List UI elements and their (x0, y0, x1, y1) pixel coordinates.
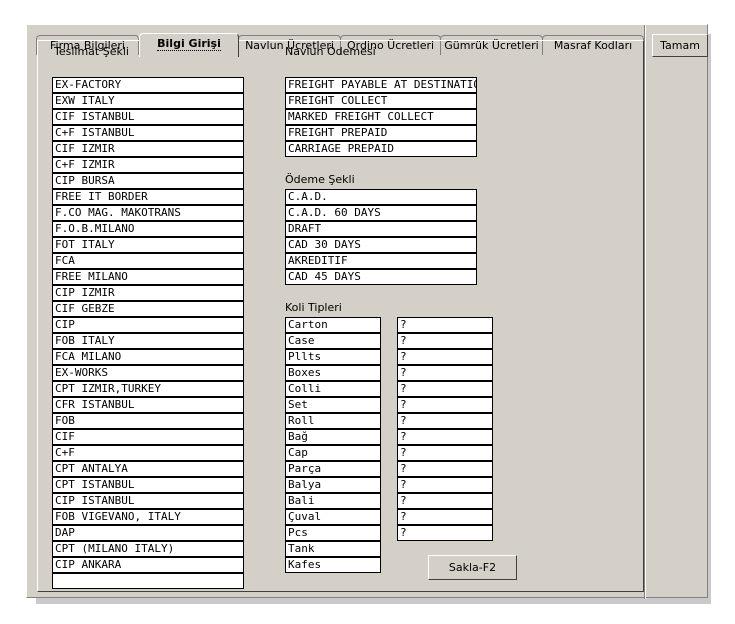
koli-code-row[interactable]: ? (397, 461, 493, 477)
koli-name-row[interactable]: Carton (285, 317, 381, 333)
navlun-odemesi-row[interactable]: FREIGHT PREPAID (285, 125, 477, 141)
koli-name-row[interactable]: Bali (285, 493, 381, 509)
koli-code-row[interactable]: ? (397, 493, 493, 509)
koli-tipleri-label: Koli Tipleri (285, 301, 342, 314)
teslimat-row[interactable]: F.CO MAG. MAKOTRANS (52, 205, 244, 221)
teslimat-row[interactable]: FREE MILANO (52, 269, 244, 285)
teslimat-row[interactable]: FOB VIGEVANO, ITALY (52, 509, 244, 525)
teslimat-row[interactable]: CIF GEBZE (52, 301, 244, 317)
tab-2[interactable]: Bilgi Girişi (139, 33, 239, 57)
teslimat-row[interactable]: CPT IZMIR,TURKEY (52, 381, 244, 397)
teslimat-row[interactable]: CIP (52, 317, 244, 333)
teslimat-row[interactable]: CIP IZMIR (52, 285, 244, 301)
odeme-sekli-row[interactable]: AKREDITIF (285, 253, 477, 269)
teslimat-row[interactable]: CIP ISTANBUL (52, 493, 244, 509)
teslimat-row[interactable]: FCA (52, 253, 244, 269)
koli-name-row[interactable]: Çuval (285, 509, 381, 525)
tab-label: Bilgi Girişi (157, 37, 221, 51)
koli-name-row[interactable]: Tank (285, 541, 381, 557)
koli-code-row[interactable]: ? (397, 477, 493, 493)
odeme-sekli-row[interactable]: CAD 30 DAYS (285, 237, 477, 253)
dialog-window: Firma Bilgileri Bilgi Girişi Navlun Ücretl… (26, 24, 708, 599)
odeme-sekli-row[interactable]: CAD 45 DAYS (285, 269, 477, 285)
koli-code-row[interactable]: ? (397, 333, 493, 349)
teslimat-row[interactable]: CIP ANKARA (52, 557, 244, 573)
teslimat-row[interactable]: FCA MILANO (52, 349, 244, 365)
teslimat-row[interactable]: CIF IZMIR (52, 141, 244, 157)
teslimat-row[interactable]: FOT ITALY (52, 237, 244, 253)
navlun-odemesi-row[interactable]: CARRIAGE PREPAID (285, 141, 477, 157)
teslimat-row[interactable]: CPT ANTALYA (52, 461, 244, 477)
koli-name-row[interactable]: Colli (285, 381, 381, 397)
teslimat-row[interactable]: CIF ISTANBUL (52, 109, 244, 125)
koli-code-row[interactable]: ? (397, 397, 493, 413)
navlun-odemesi-row[interactable]: MARKED FREIGHT COLLECT (285, 109, 477, 125)
teslimat-row[interactable]: EX-WORKS (52, 365, 244, 381)
koli-code-row[interactable]: ? (397, 525, 493, 541)
teslimat-row[interactable]: CPT ISTANBUL (52, 477, 244, 493)
koli-name-row[interactable]: Case (285, 333, 381, 349)
navlun-odemesi-row[interactable]: FREIGHT PAYABLE AT DESTINATION (285, 77, 477, 93)
teslimat-row[interactable]: CIF (52, 429, 244, 445)
koli-name-row[interactable]: Balya (285, 477, 381, 493)
teslimat-row[interactable]: DAP (52, 525, 244, 541)
koli-code-row[interactable]: ? (397, 381, 493, 397)
navlun-odemesi-row[interactable]: FREIGHT COLLECT (285, 93, 477, 109)
koli-name-row[interactable]: Pllts (285, 349, 381, 365)
koli-code-row[interactable]: ? (397, 509, 493, 525)
ok-button[interactable]: Tamam (652, 34, 708, 57)
tab-panel: Teslimat Şekli EX-FACTORY EXW ITALY CIF IS… (37, 40, 644, 592)
koli-name-row[interactable]: Roll (285, 413, 381, 429)
teslimat-row[interactable]: CPT (MILANO ITALY) (52, 541, 244, 557)
teslimat-row[interactable]: FOB ITALY (52, 333, 244, 349)
koli-name-row[interactable]: Kafes (285, 557, 381, 573)
koli-name-row[interactable]: Bağ (285, 429, 381, 445)
koli-code-row[interactable]: ? (397, 445, 493, 461)
odeme-sekli-label: Ödeme Şekli (285, 173, 355, 186)
koli-code-row[interactable]: ? (397, 317, 493, 333)
teslimat-label: Teslimat Şekli (54, 45, 129, 58)
koli-name-row[interactable]: Pcs (285, 525, 381, 541)
teslimat-row[interactable] (52, 573, 244, 589)
navlun-odemesi-label: Navlun Ödemesi (285, 45, 376, 58)
koli-name-row[interactable]: Set (285, 397, 381, 413)
koli-name-row[interactable]: Cap (285, 445, 381, 461)
koli-name-row[interactable]: Boxes (285, 365, 381, 381)
teslimat-row[interactable]: C+F IZMIR (52, 157, 244, 173)
koli-code-row[interactable]: ? (397, 365, 493, 381)
teslimat-row[interactable]: FREE IT BORDER (52, 189, 244, 205)
teslimat-row[interactable]: C+F ISTANBUL (52, 125, 244, 141)
teslimat-row[interactable]: FOB (52, 413, 244, 429)
teslimat-row[interactable]: EXW ITALY (52, 93, 244, 109)
odeme-sekli-row[interactable]: C.A.D. (285, 189, 477, 205)
koli-code-row[interactable]: ? (397, 349, 493, 365)
odeme-sekli-row[interactable]: DRAFT (285, 221, 477, 237)
teslimat-row[interactable]: C+F (52, 445, 244, 461)
koli-code-row[interactable]: ? (397, 413, 493, 429)
teslimat-row[interactable]: EX-FACTORY (52, 77, 244, 93)
koli-code-row[interactable]: ? (397, 429, 493, 445)
teslimat-row[interactable]: F.O.B.MILANO (52, 221, 244, 237)
koli-name-row[interactable]: Parça (285, 461, 381, 477)
save-button[interactable]: Sakla-F2 (428, 555, 517, 580)
teslimat-row[interactable]: CFR ISTANBUL (52, 397, 244, 413)
odeme-sekli-row[interactable]: C.A.D. 60 DAYS (285, 205, 477, 221)
teslimat-row[interactable]: CIP BURSA (52, 173, 244, 189)
